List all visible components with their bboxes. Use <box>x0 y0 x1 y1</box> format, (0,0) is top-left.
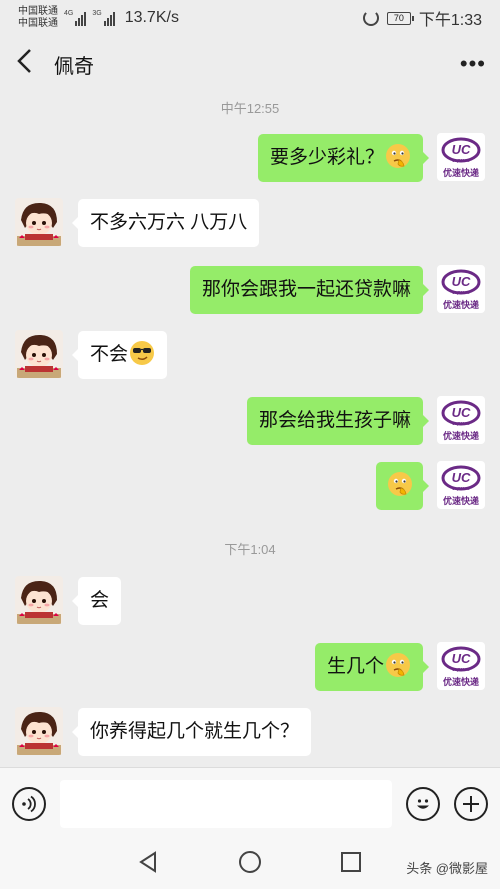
svg-text:UC: UC <box>452 651 471 666</box>
thinking-face-icon <box>386 471 413 496</box>
svg-text:优速快递: 优速快递 <box>443 167 479 179</box>
plus-icon[interactable] <box>454 786 488 821</box>
outgoing-message-bubble[interactable]: 生几个 <box>314 643 430 691</box>
carrier-2: 中国联通 <box>18 18 58 29</box>
self-avatar[interactable]: UC express 优速快递 <box>437 396 485 444</box>
timestamp: 中午12:55 <box>220 101 280 116</box>
incoming-message-bubble[interactable]: 不多六万六 八万八 <box>71 199 260 247</box>
thinking-face-icon <box>384 652 411 677</box>
message-row: UC express 优速快递 <box>0 461 500 513</box>
svg-text:优速快递: 优速快递 <box>443 299 479 311</box>
message-text: 不多六万六 八万八 <box>90 212 248 233</box>
carrier-1: 中国联通 <box>18 6 58 17</box>
signal-2-icon: 3G <box>92 10 115 26</box>
incoming-message-bubble[interactable]: 不会 <box>71 331 168 379</box>
contact-avatar[interactable] <box>15 576 63 624</box>
message-row: UC express 优速快递 生几个 <box>0 642 500 694</box>
sync-icon <box>362 10 379 26</box>
svg-text:优速快递: 优速快递 <box>443 495 479 507</box>
chat-area[interactable]: 中午12:55 下午1:04 UC express 优速快递 要多少彩礼？ 不多六万六 八万… <box>0 92 500 767</box>
svg-text:UC: UC <box>452 470 471 485</box>
svg-text:express: express <box>452 290 470 296</box>
voice-icon[interactable] <box>12 786 46 821</box>
message-row: 你养得起几个就生几个？ <box>0 707 500 759</box>
watermark: 头条 @微影屋 <box>406 861 488 876</box>
outgoing-message-bubble[interactable]: 要多少彩礼？ <box>257 134 430 182</box>
contact-avatar[interactable] <box>15 330 63 378</box>
emoji-icon[interactable] <box>406 786 440 821</box>
network-speed: 13.7K/s <box>124 9 179 26</box>
svg-text:优速快递: 优速快递 <box>443 676 479 688</box>
self-avatar[interactable]: UC express 优速快递 <box>437 461 485 509</box>
message-text: 要多少彩礼？ <box>269 147 384 168</box>
chat-header: 佩奇 ••• <box>0 36 500 92</box>
contact-avatar[interactable] <box>15 707 63 755</box>
message-text: 那你会跟我一起还贷款嘛 <box>201 279 411 300</box>
message-text: 生几个 <box>326 656 384 677</box>
circle-home-icon[interactable] <box>238 850 262 879</box>
carrier-names: 中国联通 中国联通 <box>18 6 58 30</box>
message-row: UC express 优速快递 那你会跟我一起还贷款嘛 <box>0 265 500 317</box>
message-row: UC express 优速快递 那会给我生孩子嘛 <box>0 396 500 448</box>
input-bar <box>0 767 500 839</box>
square-recents-icon[interactable] <box>340 851 362 878</box>
self-avatar[interactable]: UC express 优速快递 <box>437 265 485 313</box>
triangle-back-icon[interactable] <box>138 850 160 878</box>
outgoing-message-bubble[interactable]: 那你会跟我一起还贷款嘛 <box>189 266 430 314</box>
outgoing-message-bubble[interactable]: 那会给我生孩子嘛 <box>246 397 430 445</box>
message-row: UC express 优速快递 要多少彩礼？ <box>0 133 500 185</box>
svg-text:UC: UC <box>452 274 471 289</box>
svg-text:express: express <box>452 421 470 427</box>
thinking-face-icon <box>384 143 411 168</box>
message-text: 不会 <box>90 344 129 365</box>
message-text: 你养得起几个就生几个？ <box>90 721 300 742</box>
svg-text:express: express <box>452 158 470 164</box>
outgoing-message-bubble[interactable] <box>376 462 429 510</box>
self-avatar[interactable]: UC express 优速快递 <box>437 133 485 181</box>
svg-text:express: express <box>452 667 470 673</box>
message-row: 会 <box>0 576 500 628</box>
message-text: 那会给我生孩子嘛 <box>258 410 411 431</box>
message-text: 会 <box>90 590 110 611</box>
signal-1-icon: 4G <box>64 10 87 26</box>
more-dots-icon[interactable]: ••• <box>460 51 486 77</box>
message-row: 不多六万六 八万八 <box>0 198 500 250</box>
incoming-message-bubble[interactable]: 会 <box>71 577 122 625</box>
self-avatar[interactable]: UC express 优速快递 <box>437 642 485 690</box>
contact-avatar[interactable] <box>15 198 63 246</box>
status-bar: 中国联通 中国联通 4G 3G 13.7K/s 70 下午1:33 <box>0 0 500 36</box>
battery-level: 70 <box>393 13 404 23</box>
svg-text:UC: UC <box>452 405 471 420</box>
battery-icon: 70 <box>386 11 414 25</box>
svg-text:优速快递: 优速快递 <box>443 430 479 442</box>
message-input[interactable] <box>60 779 392 828</box>
chevron-left-icon[interactable] <box>14 47 44 81</box>
timestamp: 下午1:04 <box>224 542 276 557</box>
chat-title: 佩奇 <box>54 55 94 78</box>
svg-text:UC: UC <box>452 142 471 157</box>
svg-text:express: express <box>452 486 470 492</box>
sunglasses-face-icon <box>128 340 155 365</box>
clock: 下午1:33 <box>418 12 482 29</box>
message-row: 不会 <box>0 330 500 382</box>
incoming-message-bubble[interactable]: 你养得起几个就生几个？ <box>71 708 312 756</box>
